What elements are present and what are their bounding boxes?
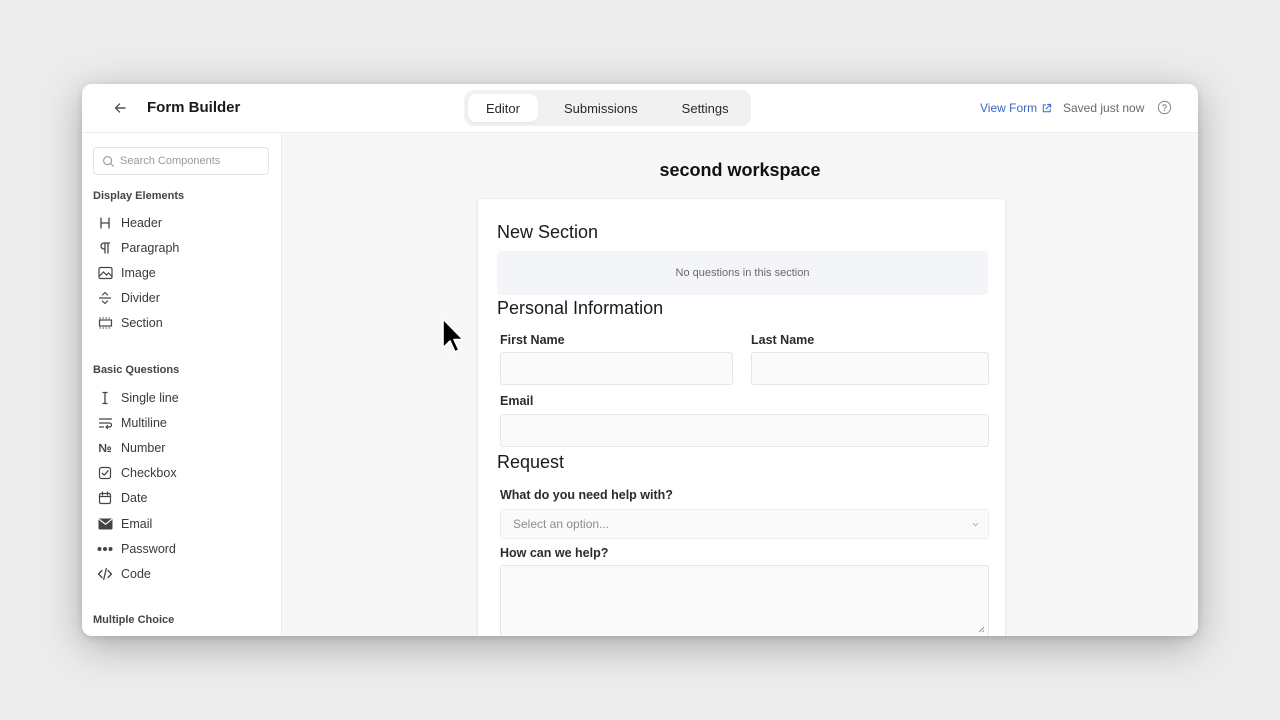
component-checkbox[interactable]: Checkbox <box>96 461 179 486</box>
empty-section-dropzone[interactable]: No questions in this section <box>497 251 988 295</box>
mouse-pointer-icon <box>442 318 464 353</box>
section-title-personal-information[interactable]: Personal Information <box>497 298 663 319</box>
save-status: Saved just now <box>1063 101 1145 115</box>
numero-icon: № <box>98 440 112 455</box>
component-header[interactable]: Header <box>96 210 179 235</box>
checkbox-icon <box>96 464 114 482</box>
view-tabs: Editor Submissions Settings <box>464 90 751 126</box>
help-topic-label: What do you need help with? <box>500 488 673 502</box>
pilcrow-icon <box>96 239 114 257</box>
group-title-multiple-choice: Multiple Choice <box>93 614 175 626</box>
component-image[interactable]: Image <box>96 260 179 285</box>
form-canvas: second workspace New Section No question… <box>282 133 1198 636</box>
last-name-label: Last Name <box>751 333 815 347</box>
help-topic-select[interactable]: Select an option... <box>500 509 989 539</box>
component-single-line[interactable]: Single line <box>96 385 179 410</box>
wrap-text-icon <box>96 414 114 432</box>
help-details-label: How can we help? <box>500 546 609 560</box>
arrow-left-icon <box>114 103 126 113</box>
tab-settings[interactable]: Settings <box>664 94 747 122</box>
view-form-link[interactable]: View Form <box>980 101 1052 115</box>
last-name-field[interactable] <box>751 352 989 385</box>
help-topic-placeholder: Select an option... <box>513 517 610 531</box>
component-date[interactable]: Date <box>96 486 179 511</box>
component-email[interactable]: Email <box>96 511 179 536</box>
section-icon <box>96 314 114 332</box>
help-details-textarea[interactable] <box>500 565 989 636</box>
component-multiline[interactable]: Multiline <box>96 410 179 435</box>
chevron-down-icon <box>972 522 979 527</box>
form-builder-window: Form Builder Editor Submissions Settings… <box>82 84 1198 636</box>
external-link-icon <box>1042 103 1052 112</box>
mail-icon <box>96 515 114 533</box>
group-title-display-elements: Display Elements <box>93 190 185 202</box>
workspace-title: second workspace <box>659 160 821 180</box>
section-title-request[interactable]: Request <box>497 452 564 473</box>
resize-handle-icon[interactable] <box>977 625 985 633</box>
help-icon[interactable] <box>1157 100 1172 115</box>
email-label: Email <box>500 394 534 408</box>
component-password[interactable]: Password <box>96 536 179 561</box>
component-section[interactable]: Section <box>96 311 179 336</box>
password-dots-icon <box>96 540 114 558</box>
component-number[interactable]: № Number <box>96 435 179 460</box>
search-icon <box>103 155 114 167</box>
display-elements-list: Header Paragraph Image Divider Section <box>96 210 179 336</box>
form-card: New Section No questions in this section… <box>477 198 1006 636</box>
calendar-icon <box>96 489 114 507</box>
search-input[interactable] <box>120 155 260 167</box>
app-title: Form Builder <box>147 99 241 116</box>
heading-icon <box>96 214 114 232</box>
email-field[interactable] <box>500 414 989 447</box>
components-sidebar: Display Elements Header Paragraph Image <box>82 133 282 636</box>
text-cursor-icon <box>96 389 114 407</box>
component-paragraph[interactable]: Paragraph <box>96 235 179 260</box>
group-title-basic-questions: Basic Questions <box>93 364 180 376</box>
back-button[interactable] <box>110 98 130 118</box>
component-code[interactable]: Code <box>96 561 179 586</box>
first-name-field[interactable] <box>500 352 733 385</box>
first-name-label: First Name <box>500 333 565 347</box>
tab-editor[interactable]: Editor <box>468 94 538 122</box>
section-title-new-section[interactable]: New Section <box>497 222 598 243</box>
code-icon <box>96 565 114 583</box>
basic-questions-list: Single line Multiline № Number Checkbox <box>96 385 179 587</box>
top-bar: Form Builder Editor Submissions Settings… <box>82 84 1198 133</box>
view-form-label: View Form <box>980 101 1038 115</box>
divider-icon <box>96 289 114 307</box>
component-divider[interactable]: Divider <box>96 286 179 311</box>
image-icon <box>96 264 114 282</box>
component-search[interactable] <box>93 147 269 175</box>
empty-section-text: No questions in this section <box>675 267 810 279</box>
tab-submissions[interactable]: Submissions <box>546 94 656 122</box>
